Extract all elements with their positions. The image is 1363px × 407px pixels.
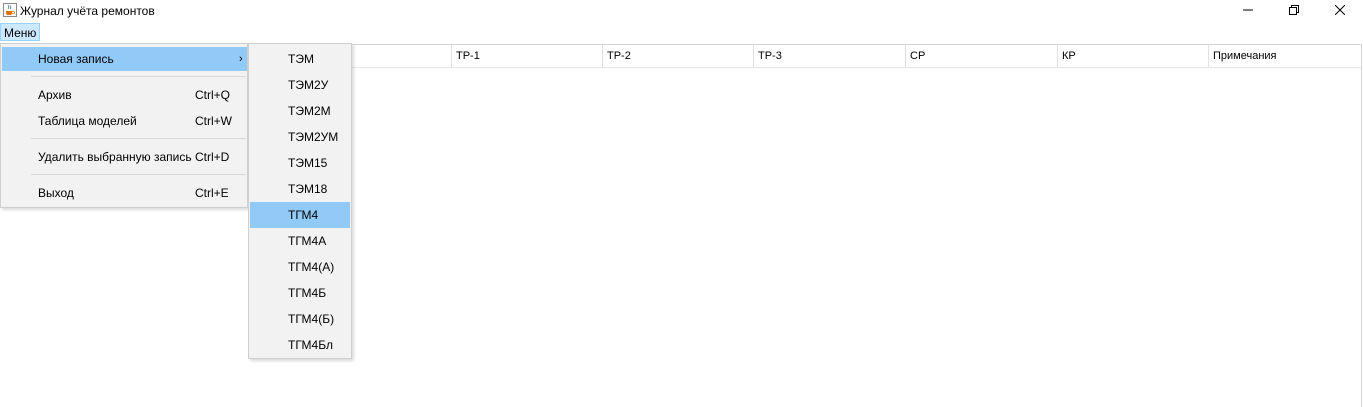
restore-button[interactable] bbox=[1271, 0, 1317, 22]
submenu-item-label: ТЭМ15 bbox=[288, 156, 328, 170]
column-header-tr3[interactable]: ТР-3 bbox=[754, 45, 906, 67]
submenu-item-tem2u[interactable]: ТЭМ2У bbox=[250, 72, 350, 98]
menu-separator bbox=[31, 138, 246, 139]
minimize-icon bbox=[1243, 4, 1253, 18]
main-menu-popup: Новая запись › Архив Ctrl+Q Таблица моде… bbox=[0, 43, 248, 208]
submenu-item-label: ТГМ4Бл bbox=[288, 338, 333, 352]
menu-item-shortcut: Ctrl+Q bbox=[195, 88, 231, 102]
column-header-tr1[interactable]: ТР-1 bbox=[452, 45, 603, 67]
submenu-item-label: ТГМ4(Б) bbox=[288, 312, 335, 326]
menu-item-exit[interactable]: Выход Ctrl+E bbox=[2, 181, 247, 205]
column-header-kr[interactable]: КР bbox=[1058, 45, 1209, 67]
submenu-item-tgm4b[interactable]: ТГМ4Б bbox=[250, 280, 350, 306]
submenu-item-label: ТЭМ2У bbox=[288, 78, 329, 92]
menu-separator bbox=[31, 76, 246, 77]
submenu-item-label: ТЭМ bbox=[288, 52, 314, 66]
close-icon bbox=[1334, 4, 1346, 18]
submenu-item-label: ТЭМ2УМ bbox=[288, 130, 339, 144]
menu-item-shortcut: Ctrl+D bbox=[195, 150, 230, 164]
submenu-item-tgm4bl[interactable]: ТГМ4Бл bbox=[250, 332, 350, 358]
submenu-item-tem18[interactable]: ТЭМ18 bbox=[250, 176, 350, 202]
menu-item-label: Архив bbox=[38, 88, 72, 102]
menu-button[interactable]: Меню bbox=[0, 23, 41, 41]
menu-separator bbox=[31, 174, 246, 175]
submenu-item-label: ТГМ4(А) bbox=[288, 260, 335, 274]
submenu-item-label: ТГМ4 bbox=[288, 208, 319, 222]
java-cup-icon bbox=[3, 3, 17, 17]
menu-item-new-record[interactable]: Новая запись › bbox=[2, 47, 247, 71]
title-bar: Журнал учёта ремонтов bbox=[0, 0, 1363, 22]
submenu-item-tgm4-a[interactable]: ТГМ4(А) bbox=[250, 254, 350, 280]
close-button[interactable] bbox=[1317, 0, 1363, 22]
menu-item-delete-record[interactable]: Удалить выбранную запись Ctrl+D bbox=[2, 145, 247, 169]
column-header-notes[interactable]: Примечания bbox=[1209, 45, 1361, 67]
menu-item-label: Новая запись bbox=[38, 52, 114, 66]
menu-bar: Меню bbox=[0, 22, 1363, 42]
menu-item-label: Удалить выбранную запись bbox=[38, 150, 192, 164]
menu-item-label: Таблица моделей bbox=[38, 114, 137, 128]
menu-item-shortcut: Ctrl+W bbox=[195, 114, 232, 128]
submenu-item-tem15[interactable]: ТЭМ15 bbox=[250, 150, 350, 176]
window-title: Журнал учёта ремонтов bbox=[20, 4, 155, 18]
submenu-item-label: ТГМ4А bbox=[288, 234, 327, 248]
table-border bbox=[1361, 44, 1362, 407]
submenu-item-tem2m[interactable]: ТЭМ2М bbox=[250, 98, 350, 124]
submenu-item-label: ТЭМ18 bbox=[288, 182, 328, 196]
model-submenu-popup: ТЭМ ТЭМ2У ТЭМ2М ТЭМ2УМ ТЭМ15 ТЭМ18 ТГМ4 … bbox=[248, 43, 352, 359]
menu-item-archive[interactable]: Архив Ctrl+Q bbox=[2, 83, 247, 107]
submenu-item-tem[interactable]: ТЭМ bbox=[250, 46, 350, 72]
submenu-arrow-icon: › bbox=[239, 53, 243, 65]
submenu-item-tgm4a[interactable]: ТГМ4А bbox=[250, 228, 350, 254]
submenu-item-tgm4[interactable]: ТГМ4 bbox=[250, 202, 350, 228]
submenu-item-label: ТГМ4Б bbox=[288, 286, 327, 300]
submenu-item-tgm4-b[interactable]: ТГМ4(Б) bbox=[250, 306, 350, 332]
menu-item-label: Выход bbox=[38, 186, 74, 200]
column-header-tr2[interactable]: ТР-2 bbox=[603, 45, 754, 67]
restore-icon bbox=[1289, 4, 1299, 18]
menu-item-models-table[interactable]: Таблица моделей Ctrl+W bbox=[2, 109, 247, 133]
menu-item-shortcut: Ctrl+E bbox=[195, 186, 229, 200]
submenu-item-label: ТЭМ2М bbox=[288, 104, 331, 118]
submenu-item-tem2um[interactable]: ТЭМ2УМ bbox=[250, 124, 350, 150]
column-header-sr[interactable]: СР bbox=[906, 45, 1058, 67]
minimize-button[interactable] bbox=[1225, 0, 1271, 22]
